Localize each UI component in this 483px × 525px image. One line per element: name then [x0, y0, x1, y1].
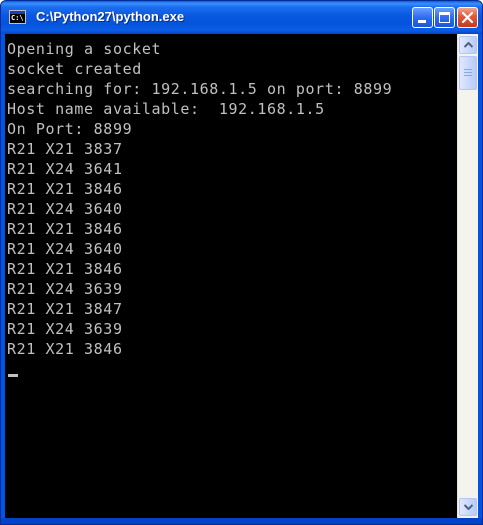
console-line: searching for: 192.168.1.5 on port: 8899 — [7, 80, 393, 98]
scroll-down-arrow-icon — [464, 504, 473, 510]
window-title: C:\Python27\python.exe — [36, 9, 185, 24]
scroll-up-arrow-icon — [464, 42, 473, 48]
console-line: R21 X21 3837 — [7, 140, 123, 158]
scroll-down-button[interactable] — [459, 498, 477, 516]
scrollbar-grip-line — [464, 75, 472, 76]
console-line: Opening a socket — [7, 40, 162, 58]
vertical-scrollbar[interactable] — [457, 34, 478, 518]
console-line: R21 X21 3846 — [7, 340, 123, 358]
console-line: R21 X24 3640 — [7, 240, 123, 258]
scrollbar-grip-line — [464, 72, 472, 73]
console-line: R21 X24 3639 — [7, 280, 123, 298]
window-bottom-frame — [1, 518, 482, 524]
scrollbar-thumb[interactable] — [459, 56, 477, 90]
console-line: R21 X21 3847 — [7, 300, 123, 318]
console-window: C:\ C:\Python27\python.exe Opening a soc… — [0, 0, 483, 525]
console-icon-glyph: C:\ — [11, 14, 24, 22]
scroll-up-button[interactable] — [459, 36, 477, 54]
close-icon — [462, 12, 473, 23]
console-line: Host name available: 192.168.1.5 — [7, 100, 325, 118]
maximize-icon — [439, 12, 450, 23]
console-line: R21 X21 3846 — [7, 260, 123, 278]
console-icon[interactable]: C:\ — [9, 10, 26, 24]
maximize-button[interactable] — [434, 7, 455, 28]
text-cursor — [8, 374, 18, 377]
console-line: R21 X21 3846 — [7, 220, 123, 238]
console-line: R21 X24 3639 — [7, 320, 123, 338]
close-button[interactable] — [457, 7, 478, 28]
title-bar[interactable]: C:\ C:\Python27\python.exe — [1, 1, 482, 34]
console-output[interactable]: Opening a socket socket created searching … — [5, 34, 457, 518]
console-line: socket created — [7, 60, 142, 78]
console-line: R21 X24 3640 — [7, 200, 123, 218]
console-line: R21 X24 3641 — [7, 160, 123, 178]
console-line: R21 X21 3846 — [7, 180, 123, 198]
console-lines: Opening a socket socket created searching … — [7, 39, 392, 359]
scrollbar-grip-line — [464, 69, 472, 70]
minimize-button[interactable] — [412, 7, 433, 28]
console-line: On Port: 8899 — [7, 120, 133, 138]
minimize-icon — [418, 20, 426, 23]
